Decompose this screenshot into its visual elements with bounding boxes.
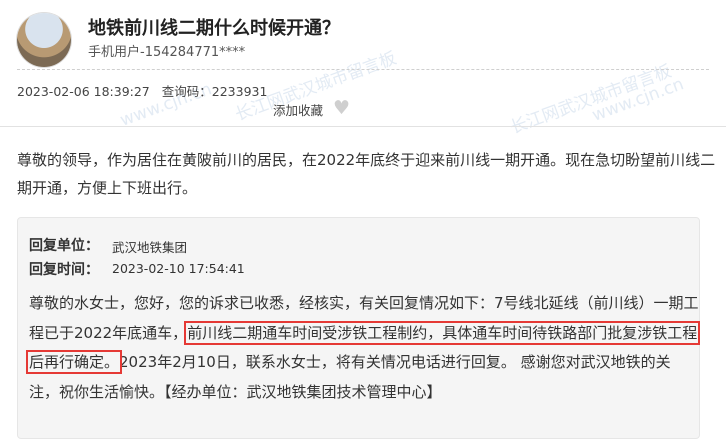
reply-unit: 武汉地铁集团 bbox=[112, 240, 188, 255]
reply-unit-label: 回复单位： bbox=[29, 238, 99, 254]
reply-time: 2023-02-10 17:54:41 bbox=[112, 261, 245, 276]
watermark-url: www.cjn.cn bbox=[589, 74, 687, 126]
post-meta: 2023-02-06 18:39:27 查询码：2233931 bbox=[17, 81, 267, 100]
avatar bbox=[17, 13, 71, 67]
query-code: 2233931 bbox=[211, 84, 268, 99]
divider bbox=[17, 69, 709, 70]
reply-time-label: 回复时间： bbox=[29, 262, 99, 278]
reply-text: 尊敬的水女士，您好，您的诉求已收悉，经核实，有关回复情况如下：7号线北延线（前川… bbox=[25, 289, 701, 407]
favorite-button[interactable]: 添加收藏 bbox=[273, 100, 323, 119]
reply-text-part2: 2023年2月10日，联系水女士，将有关情况电话进行回复。 感谢您对武汉地铁的关… bbox=[29, 353, 671, 401]
divider bbox=[0, 126, 726, 127]
post-content: 尊敬的领导，作为居住在黄陂前川的居民，在2022年底终于迎来前川线一期开通。现在… bbox=[17, 151, 716, 197]
page-title: 地铁前川线二期什么时候开通？ bbox=[88, 18, 340, 39]
user-name: 手机用户-154284771**** bbox=[88, 45, 246, 60]
query-code-label: 查询码： bbox=[161, 84, 212, 99]
heart-icon[interactable]: ♥ bbox=[333, 97, 350, 119]
post-date: 2023-02-06 18:39:27 bbox=[17, 84, 150, 99]
